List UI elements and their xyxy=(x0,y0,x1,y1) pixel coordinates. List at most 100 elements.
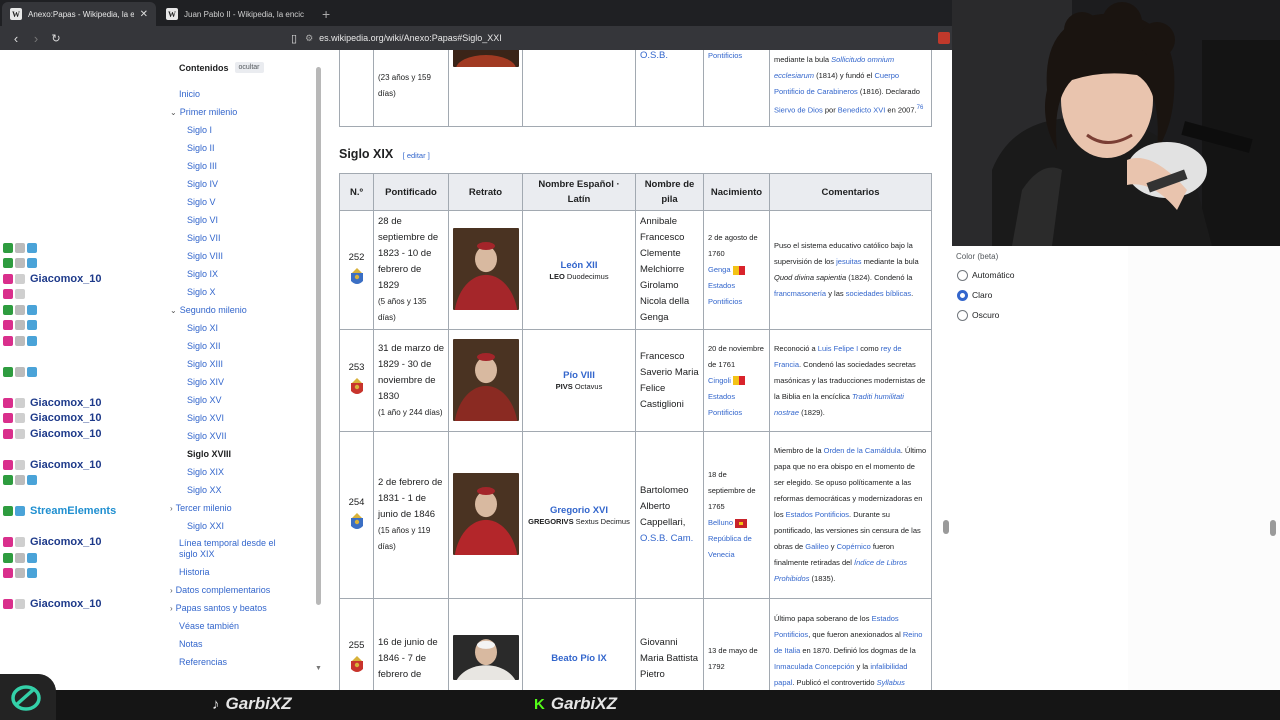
article-link[interactable]: Benedicto XVI xyxy=(838,106,886,115)
chat-username[interactable]: Giacomox_10 xyxy=(30,397,102,409)
radio-dot-selected[interactable] xyxy=(957,289,968,301)
article-link[interactable]: Siervo de Dios xyxy=(774,106,823,115)
radio-light[interactable]: Claro xyxy=(957,289,1128,301)
extension-icon[interactable] xyxy=(938,32,950,44)
toc-item[interactable]: Siglo XVII xyxy=(170,427,320,445)
browser-tab[interactable]: W Juan Pablo II - Wikipedia, la enciclop xyxy=(158,2,312,26)
toc-item[interactable]: ⌄ Segundo milenio xyxy=(170,301,320,319)
toc-item[interactable]: Siglo XI xyxy=(170,319,320,337)
toc-item[interactable]: Siglo XIV xyxy=(170,373,320,391)
toc-item[interactable]: Línea temporal desde el siglo XIX xyxy=(170,535,280,563)
toc-item[interactable]: Siglo XXI xyxy=(170,517,320,535)
flag-icon[interactable] xyxy=(732,265,745,275)
birthplace-link[interactable]: Belluno xyxy=(708,518,733,527)
col-pontificado[interactable]: Pontificado xyxy=(373,173,449,211)
portrait-image[interactable] xyxy=(452,50,519,83)
toc-item[interactable]: › Papas santos y beatos xyxy=(170,599,320,617)
col-number[interactable]: N.º xyxy=(339,173,374,211)
pope-name-link[interactable]: León XII xyxy=(523,260,635,271)
toc-hide-button[interactable]: ocultar xyxy=(234,62,264,73)
portrait-image[interactable] xyxy=(452,228,519,366)
col-birth[interactable]: Nacimiento xyxy=(703,173,770,211)
toc-item[interactable]: › Tercer milenio xyxy=(170,499,320,517)
chat-username[interactable]: Giacomox_10 xyxy=(30,428,102,440)
toc-item[interactable]: Inicio xyxy=(170,85,320,103)
portrait-image[interactable] xyxy=(452,473,519,611)
toc-item[interactable]: Siglo XII xyxy=(170,337,320,355)
article-link[interactable]: sociedades bíblicas xyxy=(846,289,911,298)
order-link[interactable]: O.S.B. xyxy=(640,50,668,61)
birthplace-link[interactable]: República de Venecia xyxy=(708,534,752,559)
toc-item[interactable]: Siglo IV xyxy=(170,175,320,193)
radio-dot[interactable] xyxy=(957,309,968,321)
toc-item[interactable]: › Datos complementarios xyxy=(170,581,320,599)
new-tab-icon[interactable]: + xyxy=(312,6,340,26)
birthplace-link[interactable]: Pontificios xyxy=(708,51,742,60)
portrait-image[interactable] xyxy=(452,338,519,476)
coat-of-arms-icon[interactable] xyxy=(347,512,367,534)
flag-icon[interactable] xyxy=(735,518,748,528)
toc-scrollbar[interactable] xyxy=(316,67,321,605)
back-icon[interactable]: ‹ xyxy=(6,31,26,46)
chat-username[interactable]: Giacomox_10 xyxy=(30,459,102,471)
toc-item[interactable]: Siglo XIII xyxy=(170,355,320,373)
toc-item[interactable]: Referencias xyxy=(170,653,320,671)
chevron-icon[interactable]: ⌄ xyxy=(170,108,177,117)
toc-item[interactable]: Véase también xyxy=(170,617,320,635)
close-tab-icon[interactable]: ✕ xyxy=(140,9,148,20)
radio-automatic[interactable]: Automático xyxy=(957,269,1128,281)
toc-item[interactable]: Siglo XIX xyxy=(170,463,320,481)
article-link[interactable]: Galileo xyxy=(805,542,828,551)
article-link[interactable]: Orden de la Camáldula xyxy=(824,446,901,455)
toc-item[interactable]: Siglo XVI xyxy=(170,409,320,427)
birthplace-link[interactable]: Cingoli xyxy=(708,376,731,385)
toc-item[interactable]: Siglo VI xyxy=(170,211,320,229)
chat-username[interactable]: Giacomox_10 xyxy=(30,536,102,548)
reload-icon[interactable]: ↻ xyxy=(46,32,66,45)
toc-item[interactable]: Siglo IX xyxy=(170,265,320,283)
toc-item[interactable]: Siglo V xyxy=(170,193,320,211)
toc-item[interactable]: Siglo X xyxy=(170,283,320,301)
chat-username[interactable]: Giacomox_10 xyxy=(30,273,102,285)
toc-item[interactable]: Siglo VII xyxy=(170,229,320,247)
pope-name-link[interactable]: Beato Pío IX xyxy=(523,653,635,664)
site-info-icon[interactable]: ⚙ xyxy=(305,33,313,44)
article-link[interactable]: Luis Felipe I xyxy=(818,344,858,353)
edit-section-link[interactable]: [ editar ] xyxy=(403,151,430,160)
article-link[interactable]: 76 xyxy=(917,105,924,111)
chat-username[interactable]: Giacomox_10 xyxy=(30,598,102,610)
birthplace-link[interactable]: Genga xyxy=(708,265,731,274)
article-link[interactable]: O.S.B. Cam. xyxy=(640,533,693,544)
article-link[interactable]: Estados Pontificios xyxy=(786,510,849,519)
toc-item[interactable]: Siglo VIII xyxy=(170,247,320,265)
coat-of-arms-icon[interactable] xyxy=(347,377,367,399)
chat-username[interactable]: Giacomox_10 xyxy=(30,412,102,424)
right-scrollbar[interactable] xyxy=(1270,520,1276,536)
birthplace-link[interactable]: Estados Pontificios xyxy=(708,281,742,306)
article-link[interactable]: Copérnico xyxy=(837,542,871,551)
page-scrollbar[interactable] xyxy=(940,50,952,690)
pope-name-link[interactable]: Pío VIII xyxy=(523,370,635,381)
flag-icon[interactable] xyxy=(732,376,745,386)
portrait-image[interactable] xyxy=(452,635,519,690)
coat-of-arms-icon[interactable] xyxy=(347,655,367,677)
col-birth-name[interactable]: Nombre de pila xyxy=(635,173,704,211)
toc-item[interactable]: ⌄ Primer milenio xyxy=(170,103,320,121)
col-name[interactable]: Nombre Español · Latín xyxy=(522,173,636,211)
article-link[interactable]: Inmaculada Concepción xyxy=(774,662,854,671)
article-link[interactable]: jesuitas xyxy=(836,257,861,266)
address-bar[interactable]: es.wikipedia.org/wiki/Anexo:Papas#Siglo_… xyxy=(319,33,502,43)
radio-dark[interactable]: Oscuro xyxy=(957,309,1128,321)
article-link[interactable]: Syllabus xyxy=(877,678,905,687)
toc-item[interactable]: Historia xyxy=(170,563,320,581)
coat-of-arms-icon[interactable] xyxy=(347,267,367,289)
bookmark-icon[interactable]: ▯ xyxy=(291,32,297,45)
toc-item[interactable]: Siglo III xyxy=(170,157,320,175)
birthplace-link[interactable]: Estados Pontificios xyxy=(708,392,742,417)
edit-label[interactable]: editar xyxy=(407,151,426,160)
toc-item[interactable]: Siglo XV xyxy=(170,391,320,409)
browser-tab-active[interactable]: W Anexo:Papas - Wikipedia, la encic ✕ xyxy=(2,2,156,26)
chat-username[interactable]: StreamElements xyxy=(30,505,116,517)
toc-item[interactable]: Notas xyxy=(170,635,320,653)
toc-item[interactable]: Siglo XVIII xyxy=(170,445,320,463)
